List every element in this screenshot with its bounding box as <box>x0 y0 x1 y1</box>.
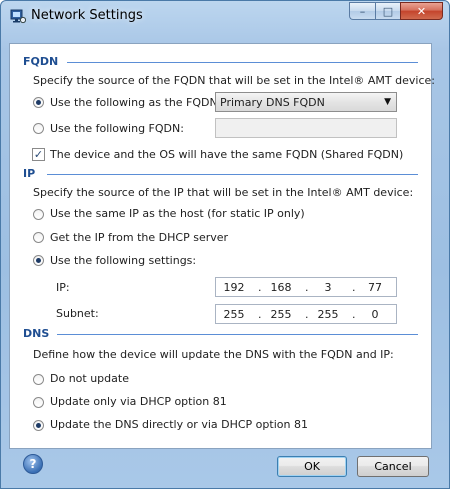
window-title: Network Settings <box>31 8 143 23</box>
octet-separator: . <box>305 281 309 294</box>
chevron-down-icon: ▼ <box>384 97 391 107</box>
dns-section-heading: DNS <box>23 327 50 340</box>
network-settings-window: Network Settings – □ ✕ FQDN Specify the … <box>0 0 450 489</box>
subnet-input[interactable]: 255 . 255 . 255 . 0 <box>215 304 397 324</box>
fqdn-section-divider <box>67 62 418 63</box>
dns-dhcp81-radio[interactable] <box>33 397 44 408</box>
title-bar[interactable]: Network Settings – □ ✕ <box>1 1 449 31</box>
subnet-octet-4[interactable]: 0 <box>361 308 389 321</box>
close-icon: ✕ <box>416 4 427 18</box>
ip-octet-3[interactable]: 3 <box>314 281 342 294</box>
subnet-octet-2[interactable]: 255 <box>267 308 295 321</box>
subnet-label: Subnet: <box>56 307 99 320</box>
fqdn-source-label[interactable]: Use the following as the FQDN: <box>50 96 221 109</box>
cancel-button[interactable]: Cancel <box>357 456 429 477</box>
dns-direct-label[interactable]: Update the DNS directly or via DHCP opti… <box>50 418 308 431</box>
minimize-icon: – <box>359 4 366 18</box>
ip-same-as-host-radio[interactable] <box>33 209 44 220</box>
ip-section-heading: IP <box>23 167 36 180</box>
network-settings-icon <box>10 9 26 24</box>
octet-separator: . <box>258 308 262 321</box>
dns-description: Define how the device will update the DN… <box>33 348 394 361</box>
ok-button[interactable]: OK <box>277 456 347 477</box>
octet-separator: . <box>352 308 356 321</box>
ip-use-settings-label[interactable]: Use the following settings: <box>50 254 196 267</box>
shared-fqdn-checkbox[interactable]: ✓ <box>32 148 45 161</box>
maximize-icon: □ <box>382 4 394 18</box>
ip-section-divider <box>47 174 418 175</box>
caption-buttons: – □ ✕ <box>349 2 443 21</box>
dns-section-divider <box>57 334 418 335</box>
fqdn-custom-label[interactable]: Use the following FQDN: <box>50 122 184 135</box>
ip-dhcp-radio[interactable] <box>33 232 44 243</box>
fqdn-source-radio[interactable] <box>33 97 44 108</box>
ip-description: Specify the source of the IP that will b… <box>33 186 414 199</box>
dns-no-update-label[interactable]: Do not update <box>50 372 129 385</box>
fqdn-source-value: Primary DNS FQDN <box>220 96 325 109</box>
dns-direct-radio[interactable] <box>33 420 44 431</box>
dns-dhcp81-label[interactable]: Update only via DHCP option 81 <box>50 395 227 408</box>
octet-separator: . <box>352 281 356 294</box>
ip-octet-4[interactable]: 77 <box>361 281 389 294</box>
ip-address-input[interactable]: 192 . 168 . 3 . 77 <box>215 277 397 297</box>
ip-same-as-host-label[interactable]: Use the same IP as the host (for static … <box>50 207 305 220</box>
help-button[interactable]: ? <box>23 454 43 474</box>
fqdn-description: Specify the source of the FQDN that will… <box>33 74 435 87</box>
ip-octet-2[interactable]: 168 <box>267 281 295 294</box>
shared-fqdn-label[interactable]: The device and the OS will have the same… <box>50 148 403 161</box>
fqdn-custom-input[interactable] <box>215 118 397 138</box>
ip-use-settings-radio[interactable] <box>33 255 44 266</box>
fqdn-custom-radio[interactable] <box>33 123 44 134</box>
subnet-octet-3[interactable]: 255 <box>314 308 342 321</box>
octet-separator: . <box>258 281 262 294</box>
subnet-octet-1[interactable]: 255 <box>220 308 248 321</box>
octet-separator: . <box>305 308 309 321</box>
dns-no-update-radio[interactable] <box>33 374 44 385</box>
fqdn-section-heading: FQDN <box>23 55 59 68</box>
checkmark-icon: ✓ <box>33 148 44 161</box>
ip-dhcp-label[interactable]: Get the IP from the DHCP server <box>50 231 228 244</box>
help-icon: ? <box>29 457 37 471</box>
ip-address-label: IP: <box>56 281 70 294</box>
fqdn-source-select[interactable]: Primary DNS FQDN ▼ <box>215 92 397 112</box>
ip-octet-1[interactable]: 192 <box>220 281 248 294</box>
close-button[interactable]: ✕ <box>400 2 443 20</box>
maximize-button[interactable]: □ <box>375 2 400 20</box>
minimize-button[interactable]: – <box>349 2 375 20</box>
